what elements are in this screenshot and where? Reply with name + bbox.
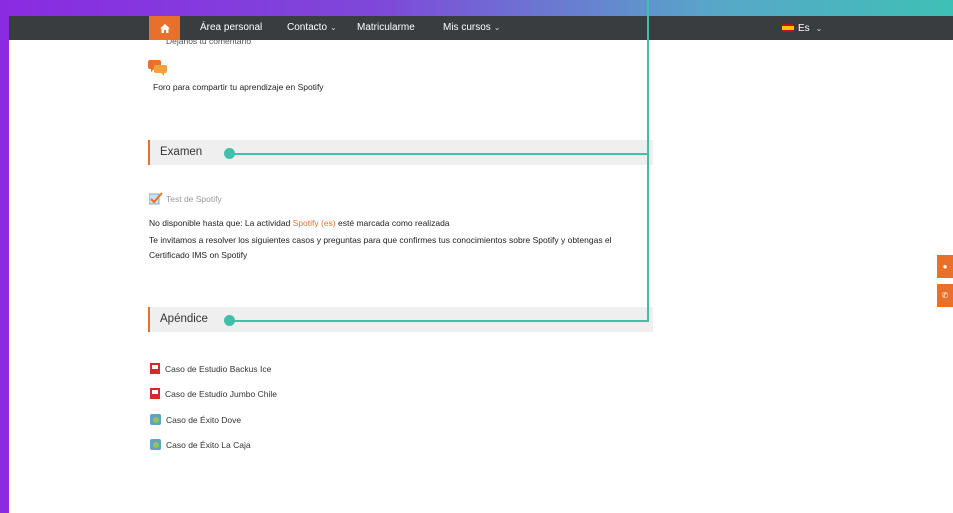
language-selector[interactable]: Es ⌄	[782, 16, 822, 40]
nav-item-mis-cursos[interactable]: Mis cursos ⌄	[443, 16, 501, 40]
spain-flag-icon	[782, 24, 794, 32]
forum-description: Foro para compartir tu aprendizaje en Sp…	[153, 82, 324, 92]
pdf-icon	[150, 363, 160, 374]
exam-description: Te invitamos a resolver los siguientes c…	[149, 235, 612, 260]
forum-comment-link-partial[interactable]: Déjanos tu comentario	[166, 40, 251, 46]
floating-contact-tab[interactable]: ●	[937, 255, 953, 278]
annotation-dot	[224, 315, 235, 326]
web-page-icon	[150, 414, 161, 425]
activity-link[interactable]: Spotify (es)	[293, 218, 336, 228]
resource-link[interactable]: Caso de Estudio Backus Ice	[150, 363, 271, 374]
nav-item-matricularme[interactable]: Matricularme	[357, 16, 415, 40]
home-button[interactable]	[149, 16, 180, 40]
quiz-checkbox-icon	[149, 192, 163, 205]
availability-notice: No disponible hasta que: La actividad Sp…	[149, 218, 450, 228]
frame-left	[0, 0, 9, 513]
frame-top	[0, 0, 953, 16]
chat-icon: ●	[942, 262, 948, 271]
nav-item-contacto[interactable]: Contacto ⌄	[287, 16, 337, 40]
forum-icon[interactable]	[148, 60, 168, 76]
quiz-label: Test de Spotify	[166, 193, 222, 204]
web-page-icon	[150, 439, 161, 450]
section-title: Apéndice	[160, 313, 208, 325]
floating-phone-tab[interactable]: ✆	[937, 284, 953, 307]
annotation-dot	[224, 148, 235, 159]
resource-link[interactable]: Caso de Estudio Jumbo Chile	[150, 388, 277, 399]
annotation-connector-vertical	[647, 0, 649, 322]
chevron-down-icon: ⌄	[330, 23, 337, 32]
nav-item-area-personal[interactable]: Área personal	[200, 16, 262, 40]
chevron-down-icon: ⌄	[493, 23, 501, 32]
annotation-connector-apendice	[230, 320, 649, 322]
phone-icon: ✆	[941, 291, 949, 300]
home-icon	[159, 23, 170, 33]
section-title: Examen	[160, 146, 203, 158]
resource-link[interactable]: Caso de Éxito La Caja	[150, 439, 251, 450]
pdf-icon	[150, 388, 160, 399]
resource-link[interactable]: Caso de Éxito Dove	[150, 414, 241, 425]
annotation-connector-examen	[230, 153, 649, 155]
language-label: Es	[798, 22, 810, 34]
chevron-down-icon: ⌄	[815, 23, 823, 33]
quiz-activity[interactable]: Test de Spotify	[149, 192, 222, 205]
